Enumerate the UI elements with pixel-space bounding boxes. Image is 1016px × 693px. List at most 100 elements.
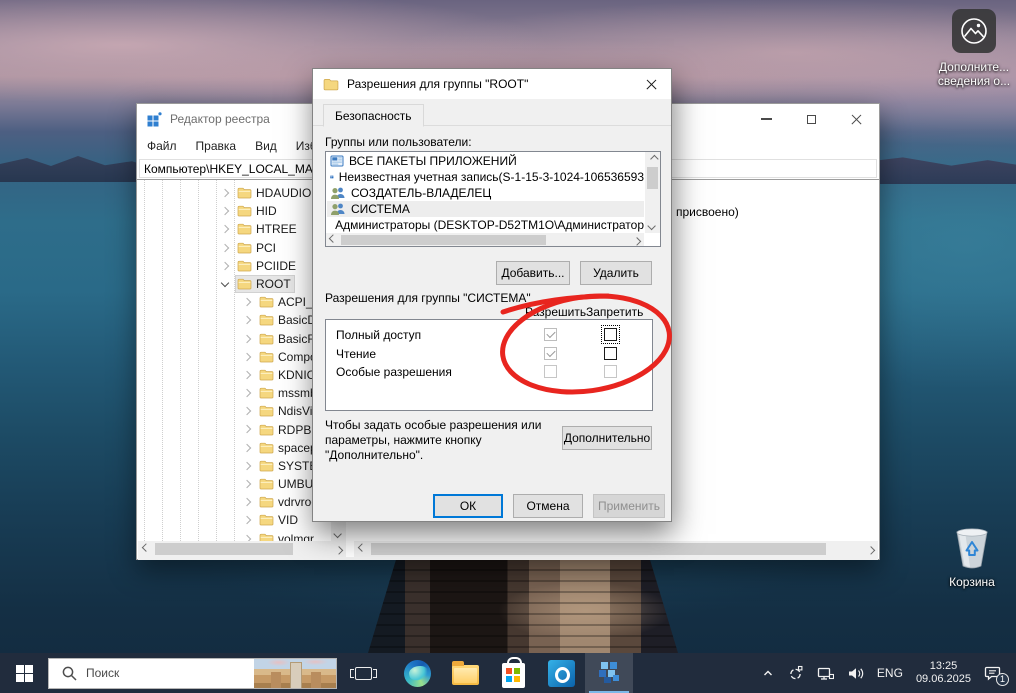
maximize-button[interactable] [789,104,834,134]
dialog-titlebar[interactable]: Разрешения для группы "ROOT" [313,69,671,99]
tree-item-spacep[interactable]: spacep [138,439,331,457]
edge-icon [404,660,431,687]
group-list-item[interactable]: Администраторы (DESKTOP-D52TM1O\Админист… [327,217,644,233]
values-horizontal-scrollbar[interactable] [354,541,878,557]
recycle-bin-icon [950,561,994,575]
taskbar-app-outlook[interactable] [537,653,585,693]
chevron-collapsed-icon[interactable] [221,262,229,270]
tree-item-label: NdisVir [278,404,316,418]
group-name: СОЗДАТЕЛЬ-ВЛАДЕЛЕЦ [351,186,491,200]
close-button[interactable] [834,104,879,134]
taskbar-app-explorer[interactable] [441,653,489,693]
desktop-icon-info[interactable]: Дополните... сведения о... [932,8,1016,88]
allow-checkbox [544,365,557,378]
chevron-collapsed-icon[interactable] [243,534,251,541]
tree-item-UMBUS[interactable]: UMBUS [138,475,331,493]
start-button[interactable] [0,653,48,693]
tree-item-BasicRe[interactable]: BasicRe [138,330,331,348]
chevron-collapsed-icon[interactable] [243,334,251,342]
tree-item-PCI[interactable]: PCI [138,239,331,257]
tree-item-VID[interactable]: VID [138,511,331,529]
chevron-collapsed-icon[interactable] [221,189,229,197]
group-list-item[interactable]: СИСТЕМА [327,201,644,217]
cancel-button[interactable]: Отмена [513,494,583,518]
tray-expand-chevron[interactable] [759,662,777,684]
group-list-item[interactable]: ВСЕ ПАКЕТЫ ПРИЛОЖЕНИЙ [327,153,644,169]
tree-item-label: Compo [278,350,317,364]
groups-rows: ВСЕ ПАКЕТЫ ПРИЛОЖЕНИЙ Неизвестная учетна… [327,153,644,233]
tree-item-label: ROOT [256,277,291,291]
chevron-collapsed-icon[interactable] [221,207,229,215]
taskbar: Поиск [0,653,1016,693]
tray-volume[interactable] [845,662,866,685]
minimize-button[interactable] [744,104,789,134]
taskbar-app-regedit[interactable] [585,653,633,693]
taskbar-app-task-view[interactable] [339,653,387,693]
tree-item-label: HDAUDIO [256,186,311,200]
tree-item-volmgr[interactable]: volmgr [138,530,331,541]
tree-item-HTREE[interactable]: HTREE [138,220,331,238]
tree-item-KDNIC[interactable]: KDNIC [138,366,331,384]
add-button[interactable]: Добавить... [496,261,570,285]
tab-security[interactable]: Безопасность [323,104,424,127]
chevron-collapsed-icon[interactable] [243,516,251,524]
tree-item-vdrvroc[interactable]: vdrvroc [138,493,331,511]
language-indicator[interactable]: ENG [875,662,905,684]
tree-horizontal-scrollbar[interactable] [138,541,346,557]
desktop-icon-label: Дополните... [932,60,1016,74]
tray-network[interactable] [815,662,836,685]
chevron-collapsed-icon[interactable] [243,298,251,306]
notification-center-button[interactable]: 1 [982,661,1004,685]
tree-item-HDAUDIO[interactable]: HDAUDIO [138,184,331,202]
tree-item-SYSTEM[interactable]: SYSTEM [138,457,331,475]
search-placeholder: Поиск [86,666,119,680]
tree-item-HID[interactable]: HID [138,202,331,220]
chevron-collapsed-icon[interactable] [243,316,251,324]
menu-item-Правка[interactable]: Правка [196,139,237,153]
chevron-collapsed-icon[interactable] [243,498,251,506]
tree-item-label: PCIIDE [256,259,296,273]
tree-item-ACPI_H[interactable]: ACPI_H [138,293,331,311]
folder-icon [237,205,252,217]
tree-item-NdisVir[interactable]: NdisVir [138,402,331,420]
tree-item-PCIIDE[interactable]: PCIIDE [138,257,331,275]
chevron-expanded-icon[interactable] [221,279,229,287]
groups-vertical-scrollbar[interactable] [645,152,660,233]
taskbar-app-store[interactable] [489,653,537,693]
chevron-collapsed-icon[interactable] [243,352,251,360]
groups-list[interactable]: ВСЕ ПАКЕТЫ ПРИЛОЖЕНИЙ Неизвестная учетна… [325,151,661,247]
ok-button[interactable]: ОК [433,494,503,518]
deny-checkbox[interactable] [604,347,617,360]
chevron-collapsed-icon[interactable] [221,225,229,233]
chevron-collapsed-icon[interactable] [243,371,251,379]
clock[interactable]: 13:25 09.06.2025 [914,656,973,690]
windows-logo-icon [16,665,33,682]
groups-horizontal-scrollbar[interactable] [326,233,644,246]
chevron-collapsed-icon[interactable] [243,462,251,470]
chevron-collapsed-icon[interactable] [243,425,251,433]
menu-item-Вид[interactable]: Вид [255,139,277,153]
remove-button[interactable]: Удалить [580,261,652,285]
tree-item-RDPBU[interactable]: RDPBU [138,420,331,438]
folder-icon [259,314,274,326]
chevron-collapsed-icon[interactable] [243,443,251,451]
tree-item-label: PCI [256,241,276,255]
desktop-icon-recycle-bin[interactable]: Корзина [930,526,1014,589]
tray-status-icon[interactable] [786,661,806,685]
search-input[interactable]: Поиск [48,658,337,689]
chevron-collapsed-icon[interactable] [221,243,229,251]
chevron-collapsed-icon[interactable] [243,389,251,397]
chevron-collapsed-icon[interactable] [243,480,251,488]
tree-item-mssmb[interactable]: mssmb [138,384,331,402]
tree-item-BasicDi[interactable]: BasicDi [138,311,331,329]
chevron-collapsed-icon[interactable] [243,407,251,415]
taskbar-app-edge[interactable] [393,653,441,693]
group-list-item[interactable]: СОЗДАТЕЛЬ-ВЛАДЕЛЕЦ [327,185,644,201]
group-list-item[interactable]: Неизвестная учетная запись(S-1-15-3-1024… [327,169,644,185]
tree-item-ROOT[interactable]: ROOT [138,275,331,293]
dialog-close-button[interactable] [631,69,671,99]
advanced-button[interactable]: Дополнительно [562,426,652,450]
deny-checkbox[interactable] [604,328,617,341]
menu-item-Файл[interactable]: Файл [147,139,177,153]
tree-item-Compo[interactable]: Compo [138,348,331,366]
